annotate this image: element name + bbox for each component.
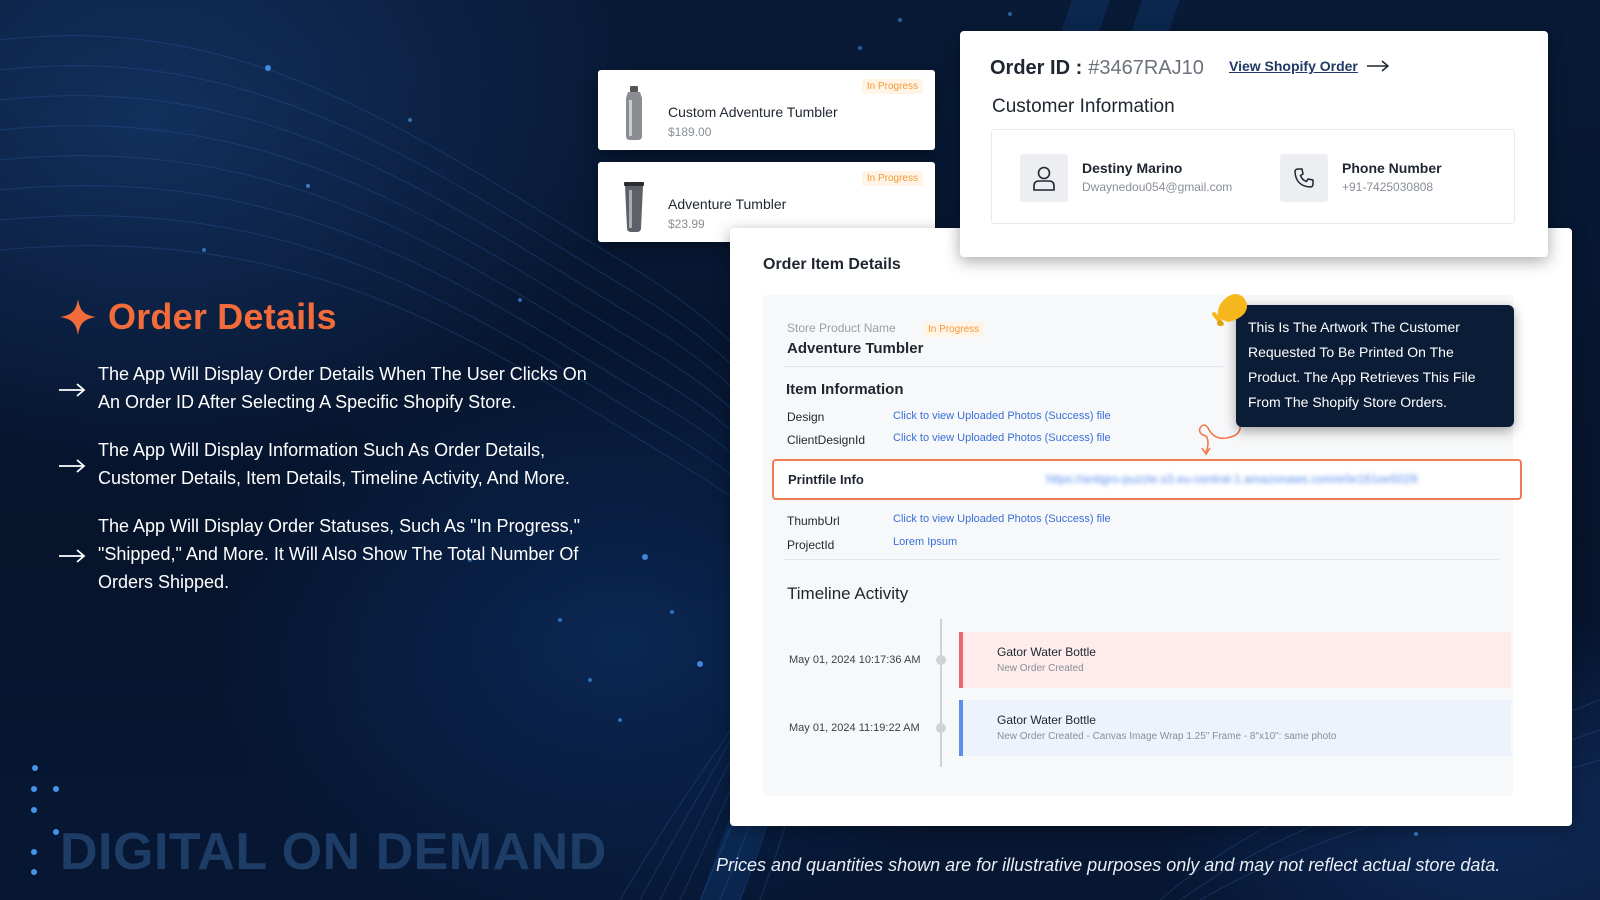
order-id: Order ID : #3467RAJ10 bbox=[990, 57, 1204, 80]
design-label: Design bbox=[787, 410, 825, 424]
phone-icon bbox=[1280, 154, 1328, 202]
timeline-entry-desc: New Order Created bbox=[997, 663, 1084, 674]
phone-label: Phone Number bbox=[1342, 160, 1442, 176]
arrow-right-icon bbox=[59, 459, 86, 473]
phone-value: +91-7425030808 bbox=[1342, 180, 1434, 194]
divider bbox=[783, 559, 1499, 560]
timeline-entry[interactable]: Gator Water Bottle New Order Created bbox=[959, 632, 1511, 688]
order-summary-card: Order ID : #3467RAJ10 View Shopify Order … bbox=[960, 31, 1548, 257]
arrow-right-icon bbox=[59, 383, 86, 397]
product-card[interactable]: In Progress Custom Adventure Tumbler $18… bbox=[598, 70, 935, 150]
thumb-url-label: ThumbUrl bbox=[787, 514, 840, 528]
feature-bullet: The App Will Display Information Such As… bbox=[58, 436, 598, 492]
bottle-thumbnail-icon bbox=[626, 86, 642, 140]
disclaimer-text: Prices and quantities shown are for illu… bbox=[716, 855, 1501, 875]
user-icon bbox=[1020, 154, 1068, 202]
status-badge: In Progress bbox=[861, 171, 923, 186]
product-name: Adventure Tumbler bbox=[668, 196, 787, 212]
arrow-right-icon bbox=[1366, 60, 1390, 72]
timeline-title: Timeline Activity bbox=[787, 584, 909, 603]
feature-bullet: The App Will Display Order Details When … bbox=[58, 360, 598, 416]
status-badge: In Progress bbox=[923, 322, 985, 337]
client-design-id-link[interactable]: Click to view Uploaded Photos (Success) … bbox=[893, 432, 1111, 444]
order-id-label: Order ID : bbox=[990, 57, 1083, 79]
client-design-id-label: ClientDesignId bbox=[787, 433, 866, 447]
project-id-label: ProjectId bbox=[787, 538, 835, 552]
feature-heading: Order Details bbox=[58, 296, 598, 338]
product-name: Custom Adventure Tumbler bbox=[668, 104, 838, 120]
feature-panel: Order Details The App Will Display Order… bbox=[58, 296, 598, 616]
design-file-link[interactable]: Click to view Uploaded Photos (Success) … bbox=[893, 410, 1111, 422]
customer-info-title: Customer Information bbox=[992, 96, 1175, 117]
feature-bullet-text: The App Will Display Order Statuses, Suc… bbox=[98, 516, 580, 592]
arrow-right-icon bbox=[59, 549, 86, 563]
artwork-tooltip: This Is The Artwork The Customer Request… bbox=[1236, 305, 1514, 427]
brand-wordmark: DIGITAL ON DEMAND bbox=[60, 823, 607, 881]
timeline-date: May 01, 2024 10:17:36 AM bbox=[789, 654, 921, 666]
feature-bullet-text: The App Will Display Order Details When … bbox=[98, 364, 587, 412]
store-product-name: Adventure Tumbler bbox=[787, 340, 924, 357]
timeline-line bbox=[940, 619, 942, 767]
sparkle-icon bbox=[60, 299, 96, 335]
customer-name: Destiny Marino bbox=[1082, 160, 1183, 176]
status-badge: In Progress bbox=[861, 79, 923, 94]
timeline-entry[interactable]: Gator Water Bottle New Order Created - C… bbox=[959, 700, 1511, 756]
feature-title: Order Details bbox=[108, 296, 337, 337]
printfile-info-row: Printfile Info https://antigro-puzzle.s3… bbox=[772, 459, 1522, 500]
tumbler-thumbnail-icon bbox=[624, 182, 644, 232]
timeline-date: May 01, 2024 11:19:22 AM bbox=[789, 722, 920, 734]
feature-bullet: The App Will Display Order Statuses, Suc… bbox=[58, 512, 598, 596]
customer-email: Dwaynedou054@gmail.com bbox=[1082, 180, 1233, 194]
product-price: $189.00 bbox=[668, 125, 712, 139]
thumb-url-link[interactable]: Click to view Uploaded Photos (Success) … bbox=[893, 513, 1111, 525]
feature-bullet-text: The App Will Display Information Such As… bbox=[98, 440, 570, 488]
project-id-value[interactable]: Lorem Ipsum bbox=[893, 536, 957, 548]
view-shopify-order-link[interactable]: View Shopify Order bbox=[1229, 58, 1390, 74]
order-id-value: #3467RAJ10 bbox=[1088, 57, 1204, 79]
product-price: $23.99 bbox=[668, 217, 705, 231]
artwork-tooltip-text: This Is The Artwork The Customer Request… bbox=[1248, 319, 1476, 410]
timeline-dot bbox=[936, 655, 946, 665]
store-product-label: Store Product Name bbox=[787, 321, 896, 335]
timeline-entry-name: Gator Water Bottle bbox=[997, 645, 1096, 659]
timeline-dot bbox=[936, 723, 946, 733]
customer-info-box: Destiny Marino Dwaynedou054@gmail.com Ph… bbox=[991, 129, 1515, 224]
bell-icon bbox=[1212, 294, 1247, 326]
timeline-entry-desc: New Order Created - Canvas Image Wrap 1.… bbox=[997, 731, 1337, 742]
view-shopify-order-label: View Shopify Order bbox=[1229, 58, 1358, 74]
printfile-label: Printfile Info bbox=[788, 472, 864, 487]
printfile-url-link[interactable]: https://antigro-puzzle.s3.eu-central-1.a… bbox=[1046, 472, 1418, 486]
order-item-details-title: Order Item Details bbox=[763, 256, 901, 273]
item-info-title: Item Information bbox=[786, 381, 904, 398]
timeline-entry-name: Gator Water Bottle bbox=[997, 713, 1096, 727]
feature-bullets: The App Will Display Order Details When … bbox=[58, 360, 598, 596]
divider bbox=[783, 366, 1223, 367]
